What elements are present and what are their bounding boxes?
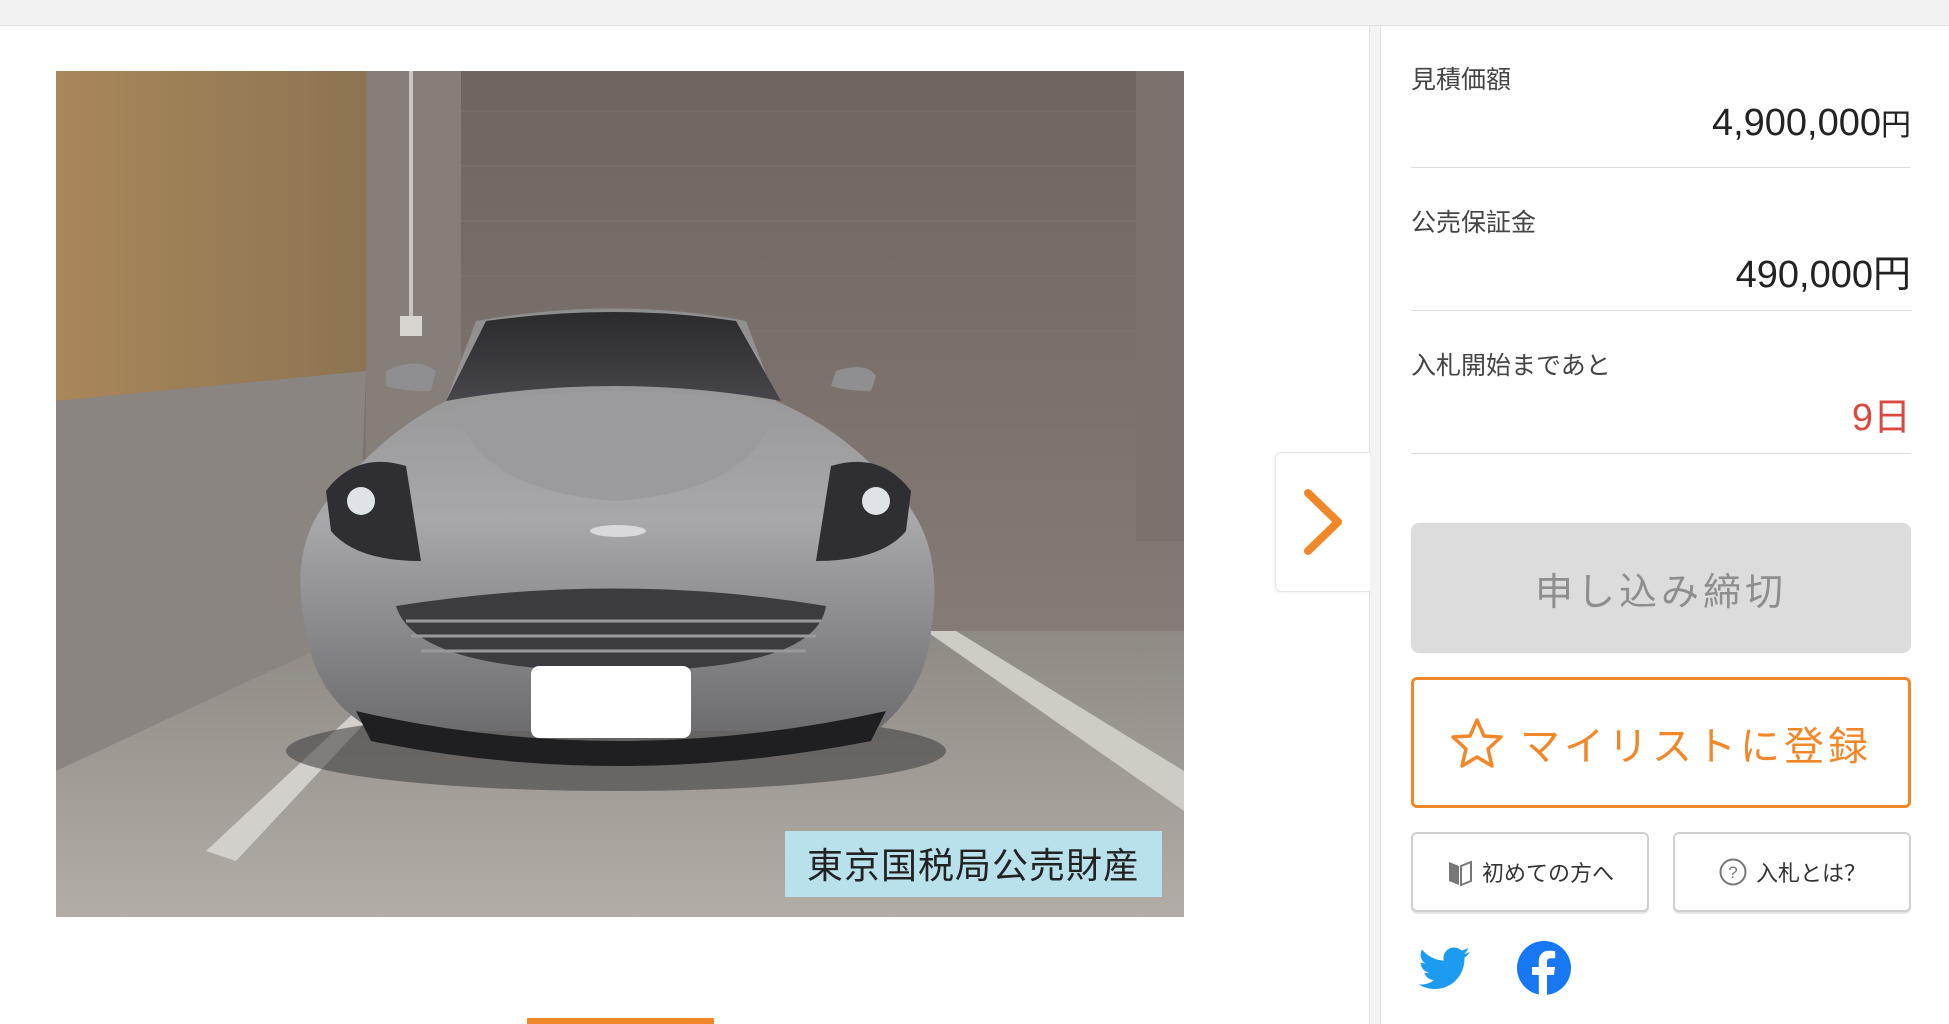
add-to-mylist-button[interactable]: マイリストに登録 xyxy=(1411,677,1911,808)
countdown-row: 入札開始まであと 9日 xyxy=(1411,346,1911,454)
deposit-value: 490,000円 xyxy=(1736,243,1911,298)
twitter-share-button[interactable] xyxy=(1418,940,1474,996)
for-beginners-label: 初めての方へ xyxy=(1481,861,1614,886)
browser-top-bar xyxy=(0,0,1949,26)
what-is-bidding-button[interactable]: ? 入札とは？ xyxy=(1673,832,1911,912)
deposit-label: 公売保証金 xyxy=(1411,209,1537,237)
countdown-label: 入札開始まであと xyxy=(1411,352,1611,380)
twitter-icon xyxy=(1418,947,1470,989)
deposit-row: 公売保証金 490,000円 xyxy=(1411,203,1911,311)
what-is-bidding-label: 入札とは？ xyxy=(1755,861,1866,886)
estimate-price-label: 見積価額 xyxy=(1411,66,1512,94)
book-icon xyxy=(1448,860,1472,887)
estimate-price-row: 見積価額 4,900,000円 xyxy=(1411,60,1911,168)
star-outline-icon xyxy=(1451,717,1503,768)
svg-text:?: ? xyxy=(1728,863,1737,882)
estimate-price-value: 4,900,000円 xyxy=(1712,100,1911,145)
for-beginners-button[interactable]: 初めての方へ xyxy=(1411,832,1649,912)
photo-pager-indicator xyxy=(527,1018,714,1024)
chevron-right-icon xyxy=(1304,489,1342,555)
facebook-icon xyxy=(1517,941,1571,996)
estimate-price-unit: 円 xyxy=(1881,109,1911,142)
add-to-mylist-label: マイリストに登録 xyxy=(1520,724,1872,769)
countdown-value: 9日 xyxy=(1851,397,1911,439)
deposit-amount: 490,000 xyxy=(1735,254,1873,296)
item-photo: 東京国税局公売財産 xyxy=(56,71,1184,917)
car-photo-illustration xyxy=(56,71,1184,917)
photo-caption: 東京国税局公売財産 xyxy=(784,831,1162,897)
facebook-share-button[interactable] xyxy=(1516,940,1572,996)
estimate-price-amount: 4,900,000 xyxy=(1711,102,1881,144)
application-closed-button[interactable]: 申し込み締切 xyxy=(1411,523,1911,653)
next-photo-button[interactable] xyxy=(1275,452,1370,592)
question-circle-icon: ? xyxy=(1719,858,1747,886)
deposit-unit: 円 xyxy=(1872,254,1911,296)
